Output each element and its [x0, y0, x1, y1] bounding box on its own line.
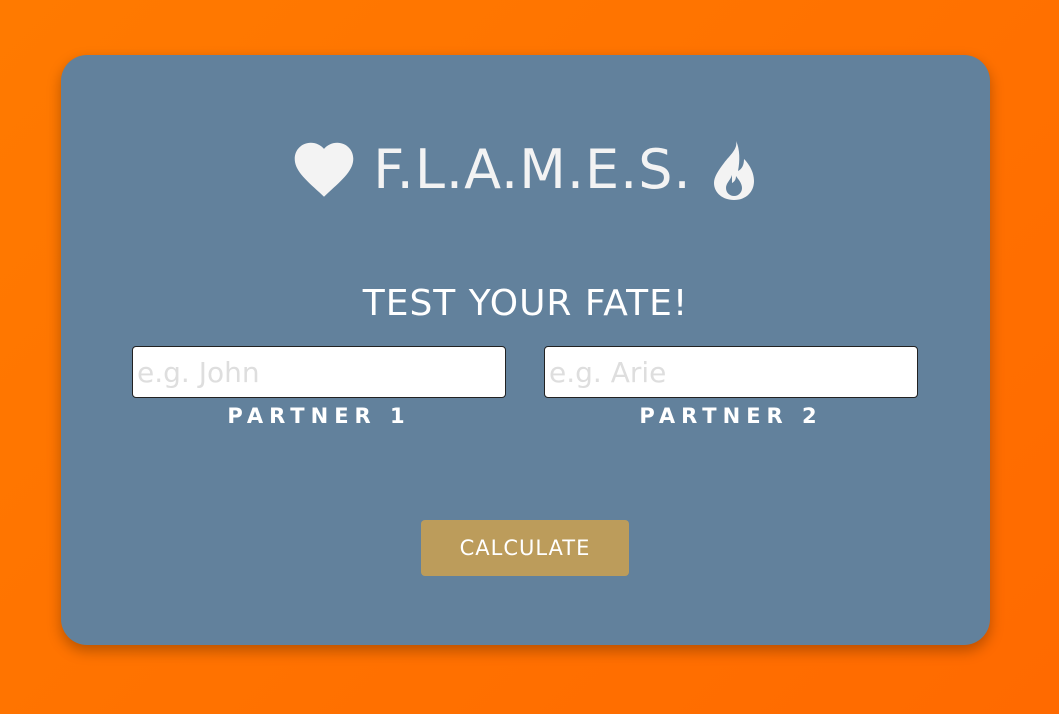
subtitle: TEST YOUR FATE!	[362, 283, 689, 324]
partner2-label: PARTNER 2	[639, 404, 823, 428]
partner1-label: PARTNER 1	[227, 404, 411, 428]
partner2-field: PARTNER 2	[544, 346, 918, 428]
partner1-field: PARTNER 1	[132, 346, 506, 428]
heart-icon	[293, 142, 355, 198]
partner1-input[interactable]	[132, 346, 506, 398]
partner2-input[interactable]	[544, 346, 918, 398]
fire-icon	[710, 139, 758, 201]
page-title: F.L.A.M.E.S.	[373, 138, 692, 201]
calculate-button[interactable]: CALCULATE	[421, 520, 629, 576]
title-row: F.L.A.M.E.S.	[61, 139, 990, 201]
